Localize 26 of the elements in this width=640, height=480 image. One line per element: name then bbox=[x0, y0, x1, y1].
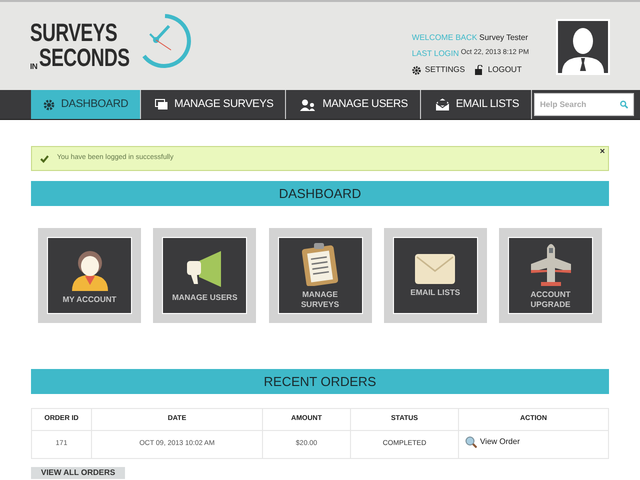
logout-link[interactable]: LOGOUT bbox=[474, 64, 522, 76]
tile-label: MANAGE SURVEYS bbox=[300, 290, 340, 310]
tile-label: MANAGE USERS bbox=[171, 292, 238, 302]
logo-text: SECONDS bbox=[39, 46, 130, 71]
logo-text: IN bbox=[30, 63, 38, 71]
tile-label: MY ACCOUNT bbox=[62, 294, 118, 304]
user-name: Survey Tester bbox=[479, 32, 528, 44]
dashboard-tile[interactable]: EMAIL LISTS bbox=[384, 228, 487, 323]
settings-link[interactable]: SETTINGS bbox=[412, 64, 465, 76]
dashboard-tile[interactable]: ACCOUNT UPGRADE bbox=[499, 228, 602, 323]
welcome-label: WELCOME BACK bbox=[412, 32, 478, 44]
close-button[interactable]: × bbox=[600, 147, 605, 156]
last-login-label: LAST LOGIN bbox=[412, 48, 459, 60]
dashboard-tile[interactable]: MANAGE USERS bbox=[153, 228, 256, 323]
dashboard-tile[interactable]: MY ACCOUNT bbox=[38, 228, 141, 323]
logo-text: SURVEYS bbox=[30, 21, 118, 46]
search-field[interactable]: Help Search bbox=[534, 93, 634, 116]
tile-label: EMAIL LISTS bbox=[409, 288, 462, 298]
section-header: DASHBOARD bbox=[31, 181, 609, 206]
view-order-link[interactable]: View Order bbox=[465, 436, 520, 448]
section-header: RECENT ORDERS bbox=[31, 369, 609, 394]
search-input[interactable]: Help Search bbox=[540, 98, 620, 110]
view-all-orders-button[interactable]: VIEW ALL ORDERS bbox=[31, 467, 126, 479]
dashboard-tile[interactable]: MANAGE SURVEYS bbox=[268, 228, 372, 323]
nav-tab[interactable]: DASHBOARD bbox=[31, 90, 142, 119]
tile-label: ACCOUNT UPGRADE bbox=[529, 290, 572, 310]
